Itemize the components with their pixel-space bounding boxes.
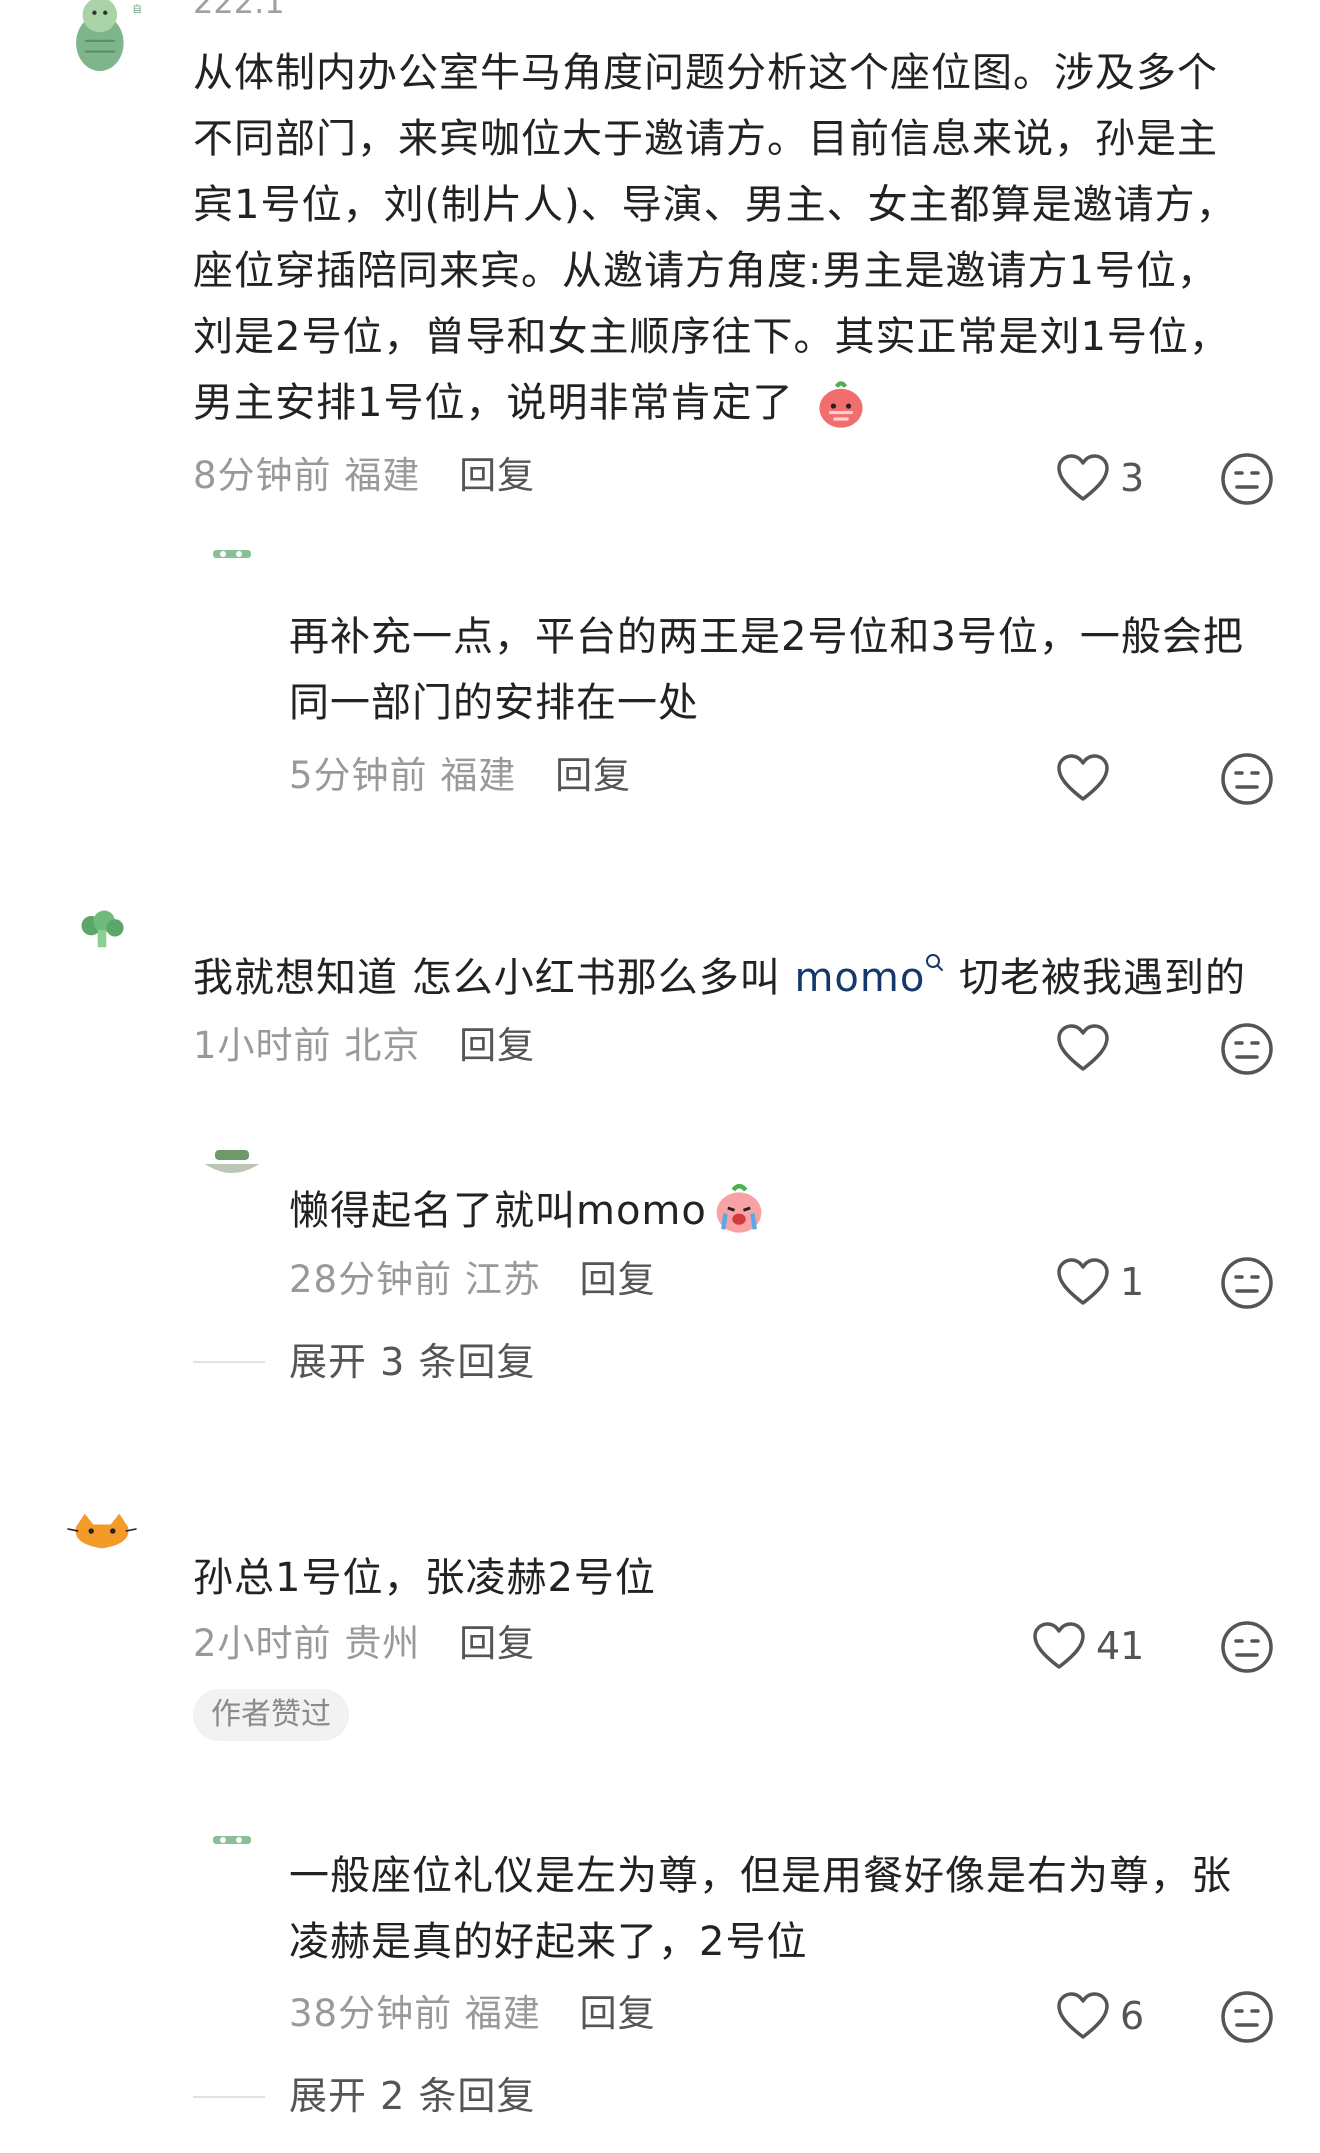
author-liked-badge: 作者赞过 — [193, 1689, 349, 1741]
like-button[interactable] — [1056, 1020, 1120, 1076]
avatar-image — [205, 1150, 259, 1173]
comment-text-part: 我就想知道 怎么小红书那么多叫 — [193, 955, 795, 1001]
avatar[interactable]: 宁 自 — [48, 0, 156, 84]
avatar[interactable] — [48, 876, 156, 984]
like-button[interactable]: 6 — [1056, 1988, 1144, 2044]
dislike-button[interactable] — [1220, 752, 1274, 806]
neutral-face-icon — [1221, 453, 1273, 505]
expand-divider — [193, 2096, 265, 2098]
avatar[interactable] — [193, 1112, 271, 1178]
reply-button[interactable]: 回复 — [580, 1258, 656, 1301]
comment-location: 福建 — [440, 754, 517, 797]
comment-text: 我就想知道 怎么小红书那么多叫 momo 切老被我遇到的 — [193, 945, 1293, 1011]
crying-peach-emoji — [716, 1183, 762, 1233]
avatar-image — [213, 1836, 251, 1844]
heart-outline-icon — [1057, 754, 1109, 801]
search-link-momo[interactable]: momo — [794, 954, 945, 1001]
comment-time: 5分钟前 — [289, 754, 428, 797]
comment-meta: 28分钟前 江苏 回复 — [289, 1256, 656, 1304]
neutral-face-icon — [1221, 1991, 1273, 2043]
comment-location: 福建 — [344, 454, 421, 497]
comment-location: 贵州 — [344, 1622, 421, 1665]
dislike-button[interactable] — [1220, 1620, 1274, 1674]
comment-time: 2小时前 — [193, 1622, 332, 1665]
like-count: 6 — [1120, 1994, 1145, 2038]
like-button[interactable]: 3 — [1056, 450, 1144, 506]
comment-time: 38分钟前 — [289, 1992, 453, 2035]
svg-text:宁: 宁 — [132, 0, 142, 1]
avatar[interactable] — [48, 1490, 156, 1598]
comment-meta: 2小时前 贵州 回复 — [193, 1620, 535, 1668]
expand-replies-button[interactable]: 展开 2 条回复 — [289, 2072, 535, 2120]
comment-meta: 8分钟前 福建 回复 — [193, 452, 535, 500]
search-icon — [926, 954, 944, 971]
neutral-face-icon — [1221, 753, 1273, 805]
comment-author-name[interactable]: 222.1 — [193, 0, 285, 22]
red-blob-emoji — [819, 381, 863, 428]
heart-outline-icon — [1057, 1024, 1109, 1071]
comment-text: 从体制内办公室牛马角度问题分析这个座位图。涉及多个不同部门，来宾咖位大于邀请方。… — [193, 50, 1237, 426]
like-count: 1 — [1120, 1260, 1145, 1304]
dislike-button[interactable] — [1220, 1256, 1274, 1310]
svg-text:自: 自 — [132, 3, 142, 16]
comment-text-part: 切老被我遇到的 — [945, 955, 1247, 1001]
like-button[interactable] — [1056, 750, 1120, 806]
dislike-button[interactable] — [1220, 452, 1274, 506]
comment-location: 江苏 — [464, 1258, 541, 1301]
avatar-image — [213, 550, 251, 558]
expand-replies-button[interactable]: 展开 3 条回复 — [289, 1338, 535, 1386]
comment-text-part: 懒得起名了就叫momo — [289, 1188, 707, 1234]
reply-button[interactable]: 回复 — [555, 754, 631, 797]
avatar-cat-image — [48, 1490, 156, 1598]
comment-text: 再补充一点，平台的两王是2号位和3号位，一般会把同一部门的安排在一处 — [289, 614, 1244, 726]
comment-time: 8分钟前 — [193, 454, 332, 497]
reply-button[interactable]: 回复 — [459, 454, 535, 497]
comment-meta: 38分钟前 福建 回复 — [289, 1990, 656, 2038]
heart-outline-icon — [1057, 454, 1109, 501]
reply-button[interactable]: 回复 — [459, 1024, 535, 1067]
comment-text: 一般座位礼仪是左为尊，但是用餐好像是右为尊，张凌赫是真的好起来了，2号位 — [289, 1853, 1232, 1965]
heart-outline-icon — [1057, 1992, 1109, 2039]
comment-meta: 1小时前 北京 回复 — [193, 1022, 535, 1070]
comment-time: 28分钟前 — [289, 1258, 453, 1301]
comment-time: 1小时前 — [193, 1024, 332, 1067]
avatar[interactable] — [193, 1834, 271, 1894]
like-button[interactable]: 41 — [1032, 1618, 1144, 1674]
like-count: 3 — [1120, 456, 1145, 500]
dislike-button[interactable] — [1220, 1022, 1274, 1076]
comment-text: 孙总1号位，张凌赫2号位 — [193, 1555, 656, 1601]
comment-location: 北京 — [344, 1024, 421, 1067]
neutral-face-icon — [1221, 1621, 1273, 1673]
comment-meta: 5分钟前 福建 回复 — [289, 752, 631, 800]
heart-outline-icon — [1033, 1622, 1085, 1669]
comment-location: 福建 — [464, 1992, 541, 2035]
dislike-button[interactable] — [1220, 1990, 1274, 2044]
neutral-face-icon — [1221, 1023, 1273, 1075]
avatar[interactable] — [193, 548, 271, 608]
like-button[interactable]: 1 — [1056, 1254, 1144, 1310]
reply-button[interactable]: 回复 — [580, 1992, 656, 2035]
like-count: 41 — [1096, 1624, 1145, 1668]
expand-divider — [193, 1361, 265, 1363]
search-link-text: momo — [794, 955, 926, 1001]
avatar-broccoli-image — [48, 876, 156, 984]
neutral-face-icon — [1221, 1257, 1273, 1309]
heart-outline-icon — [1057, 1258, 1109, 1305]
avatar-turtle-image: 宁 自 — [48, 0, 156, 84]
comment-text: 懒得起名了就叫momo — [289, 1178, 1269, 1244]
reply-button[interactable]: 回复 — [459, 1622, 535, 1665]
